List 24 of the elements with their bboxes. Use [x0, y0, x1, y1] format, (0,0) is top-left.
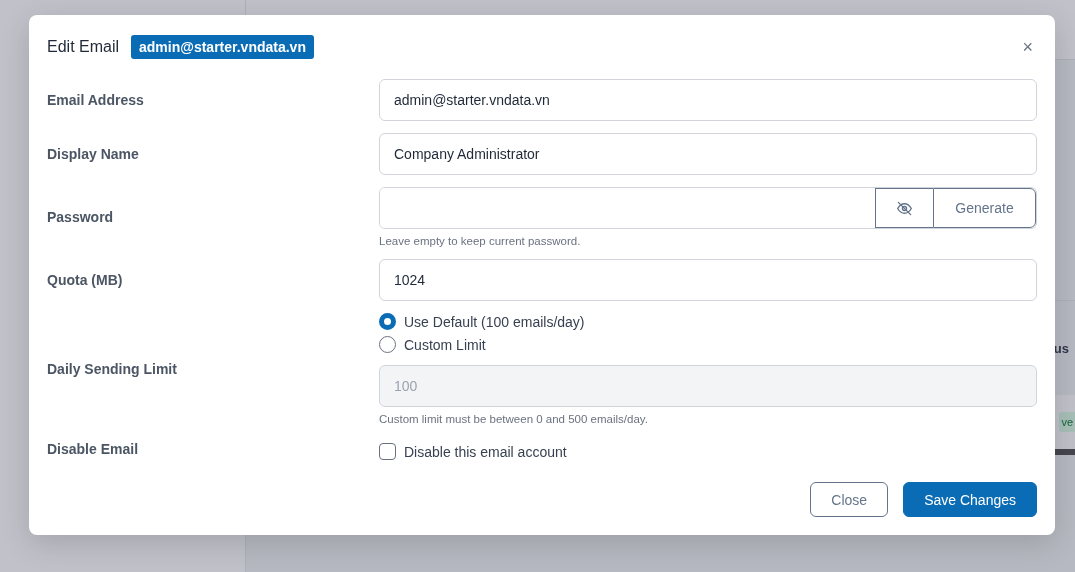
- password-field[interactable]: Generate: [379, 187, 1037, 229]
- hint-text: Custom limit must be between 0 and 500 emails/day.: [379, 413, 649, 425]
- status-badge: ve: [1059, 412, 1075, 432]
- generate-button[interactable]: Generate: [933, 188, 1036, 228]
- checkbox-option[interactable]: Disable this email account: [379, 443, 1037, 460]
- hint-text: Leave empty to keep current password.: [379, 235, 582, 247]
- field-label: Password: [47, 209, 115, 225]
- save-button[interactable]: Save Changes: [903, 482, 1037, 517]
- text-field[interactable]: Company Administrator: [379, 133, 1037, 175]
- checkbox[interactable]: [379, 443, 396, 460]
- close-button[interactable]: Close: [810, 482, 889, 517]
- field-label: Disable Email: [47, 440, 140, 457]
- text-field[interactable]: admin@starter.vndata.vn: [379, 79, 1037, 121]
- field-label: Display Name: [47, 146, 140, 162]
- close-button[interactable]: ×: [1018, 38, 1037, 56]
- column-header: us: [1053, 340, 1069, 356]
- text-field[interactable]: 1024: [379, 259, 1037, 301]
- email-badge: admin@starter.vndata.vn: [131, 35, 314, 59]
- toggle-visibility-button[interactable]: [875, 188, 933, 228]
- field-label: Email Address: [47, 92, 145, 108]
- dialog-title: Edit Email: [47, 38, 120, 56]
- field-label: Daily Sending Limit: [47, 361, 178, 377]
- eye-slash-icon: [896, 200, 913, 216]
- field-label: Quota (MB): [47, 272, 124, 288]
